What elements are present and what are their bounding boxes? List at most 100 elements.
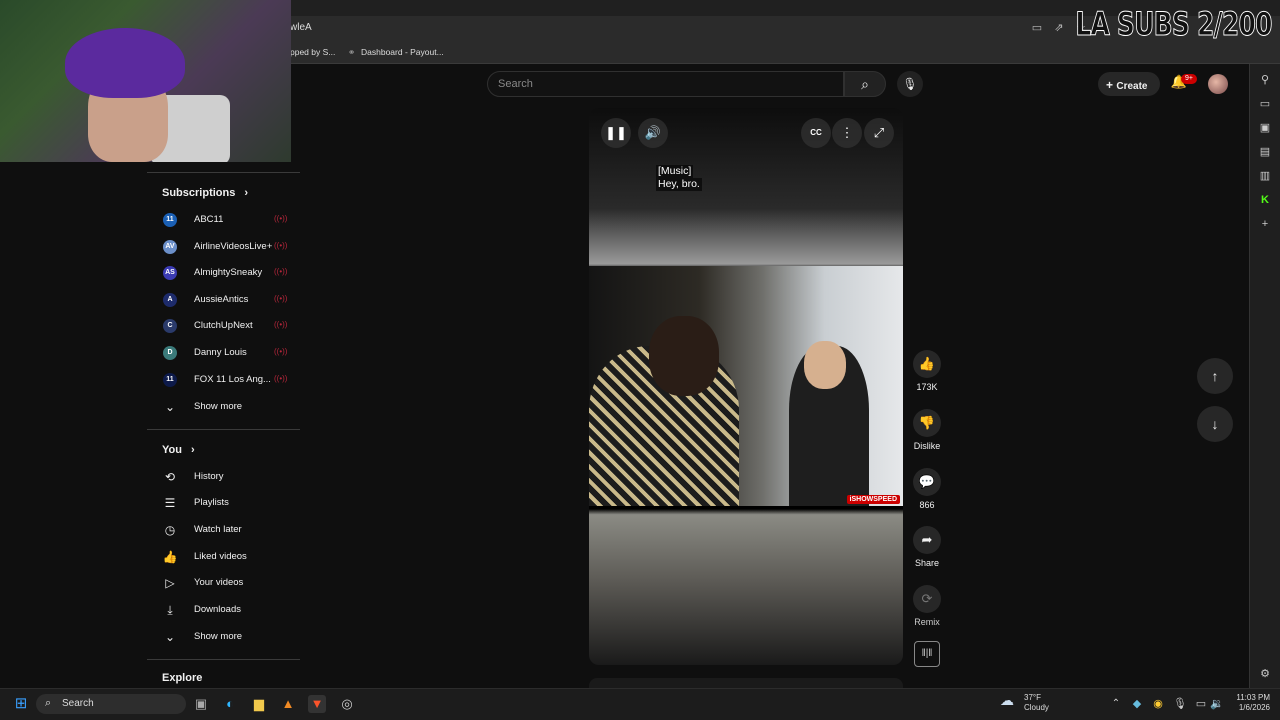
edge-browser-icon[interactable]: ◐ — [221, 695, 239, 713]
pause-button[interactable]: ❚❚ — [601, 118, 631, 148]
search-button[interactable]: ⌕ — [844, 71, 886, 97]
system-clock[interactable]: 11:03 PM 1/6/2026 — [1226, 693, 1270, 713]
taskbar-search-label: Search — [62, 698, 94, 709]
sidebar-channel-airlinevideoslive[interactable]: AV AirlineVideosLive+ ((•)) — [162, 237, 292, 257]
microphone-icon: 🎙 — [902, 77, 918, 91]
nav-divider — [147, 172, 300, 173]
create-button[interactable]: + Create — [1098, 72, 1160, 96]
stream-overlay-title: LA SUBS 2/200 — [1075, 5, 1273, 44]
sidebar-channel-aussieantics[interactable]: A AussieAntics ((•)) — [162, 290, 292, 310]
media-icon[interactable]: ▭ — [1258, 97, 1272, 111]
share-page-icon[interactable]: ⇗ — [1052, 21, 1066, 35]
notification-badge: 9+ — [1181, 74, 1197, 84]
more-options-button[interactable]: ⋮ — [832, 118, 862, 148]
search-icon: ⌕ — [45, 697, 52, 709]
live-icon: ((•)) — [274, 241, 288, 250]
comments-button[interactable]: 💬 866 — [911, 468, 943, 510]
channel-avatar: 11 — [163, 373, 177, 387]
sound-button[interactable]: ‖|‖ — [914, 641, 940, 667]
history-icon: ⟲ — [164, 470, 176, 484]
taskbar-search[interactable]: ⌕ Search — [36, 694, 186, 714]
video-person-right-head — [804, 341, 846, 389]
like-button[interactable]: 👍 173K — [911, 350, 943, 392]
cloud-icon: ☁ — [1000, 692, 1014, 708]
kick-icon[interactable]: K — [1258, 193, 1272, 207]
live-icon: ((•)) — [274, 374, 288, 383]
weather-widget[interactable]: ☁ 37°F Cloudy — [1000, 693, 1049, 713]
bookmark-item[interactable]: pped by S... — [290, 47, 335, 57]
tray-app-icon[interactable]: ◉ — [1149, 695, 1167, 713]
live-icon: ((•)) — [274, 294, 288, 303]
channel-avatar: D — [163, 346, 177, 360]
channel-name: ClutchUpNext — [194, 320, 253, 331]
live-icon: ((•)) — [274, 267, 288, 276]
sidebar-channel-almightysneaky[interactable]: AS AlmightySneaky ((•)) — [162, 263, 292, 283]
create-label: Create — [1116, 81, 1148, 92]
bookmark-item[interactable]: Dashboard - Payout... — [361, 47, 444, 57]
share-button[interactable]: ➦ Share — [911, 526, 943, 568]
app-icon[interactable]: ▲ — [279, 695, 297, 713]
link-icon: ⚭ — [348, 47, 356, 57]
more-vert-icon: ⋮ — [840, 125, 854, 140]
tray-app-icon[interactable]: ◆ — [1128, 695, 1146, 713]
brave-browser-icon[interactable]: ▼ — [308, 695, 326, 713]
video-frame: iSHOWSPEED — [589, 266, 903, 506]
video-watermark: iSHOWSPEED — [846, 495, 900, 504]
wallet-icon[interactable]: ▣ — [1258, 121, 1272, 135]
channel-avatar: AV — [163, 240, 177, 254]
sidebar-item-watch-later[interactable]: ◷ Watch later — [162, 520, 292, 540]
fullscreen-button[interactable]: ⤢ — [864, 118, 894, 148]
you-show-more[interactable]: ⌄ Show more — [162, 627, 292, 647]
voice-search-button[interactable]: 🎙 — [897, 71, 923, 97]
plus-icon: + — [1106, 78, 1117, 92]
sidebar-item-label: Playlists — [194, 497, 229, 508]
cc-icon: CC — [810, 128, 822, 137]
volume-button[interactable]: 🔊 — [638, 118, 668, 148]
search-input[interactable]: Search — [487, 71, 844, 97]
show-more-label: Show more — [194, 631, 243, 642]
sidebar-channel-fox11[interactable]: 11 FOX 11 Los Ang... ((•)) — [162, 370, 292, 390]
history-panel-icon[interactable]: ▤ — [1258, 145, 1272, 159]
cast-icon[interactable]: ▭ — [1030, 21, 1044, 35]
chevron-up-icon[interactable]: ⌃ — [1107, 695, 1125, 713]
reading-list-icon[interactable]: ▥ — [1258, 169, 1272, 183]
file-explorer-icon[interactable]: ▆ — [250, 695, 268, 713]
webcam-overlay — [0, 0, 291, 162]
expand-icon: ⤢ — [873, 125, 885, 140]
previous-short-button[interactable]: ↑ — [1197, 358, 1233, 394]
speaker-icon[interactable]: 🔉 — [1208, 695, 1226, 713]
microphone-icon[interactable]: 🎙 — [1171, 695, 1189, 713]
task-view-icon[interactable]: ▣ — [192, 695, 210, 713]
next-short-button[interactable]: ↓ — [1197, 406, 1233, 442]
subscriptions-show-more[interactable]: ⌄ Show more — [162, 397, 292, 417]
sidebar-item-your-videos[interactable]: ▷ Your videos — [162, 573, 292, 593]
sidebar-channel-clutchupnext[interactable]: C ClutchUpNext ((•)) — [162, 316, 292, 336]
dislike-label: Dislike — [913, 441, 941, 451]
thumbs-down-icon: 👎 — [913, 409, 941, 437]
pin-icon[interactable]: ⚲ — [1258, 73, 1272, 87]
windows-start-icon[interactable]: ⊞ — [12, 695, 30, 713]
downloads-icon: ⤓ — [167, 603, 173, 617]
sidebar-item-liked-videos[interactable]: 👍 Liked videos — [162, 547, 292, 567]
subscriptions-heading[interactable]: Subscriptions › — [162, 187, 248, 199]
sidebar-channel-danny-louis[interactable]: D Danny Louis ((•)) — [162, 343, 292, 363]
chevron-right-icon: › — [191, 444, 195, 456]
captions-button[interactable]: CC — [801, 118, 831, 148]
add-panel-icon[interactable]: + — [1258, 217, 1272, 231]
sidebar-item-history[interactable]: ⟲ History — [162, 467, 292, 487]
sidebar-item-playlists[interactable]: ☰ Playlists — [162, 493, 292, 513]
obs-icon[interactable]: ◎ — [338, 695, 356, 713]
avatar[interactable] — [1208, 74, 1228, 94]
settings-gear-icon[interactable]: ⚙ — [1258, 667, 1272, 681]
address-text[interactable]: wleA — [290, 22, 312, 33]
caption-line: Hey, bro. — [656, 178, 702, 191]
watch-later-icon: ◷ — [164, 523, 176, 537]
sidebar-item-downloads[interactable]: ⤓ Downloads — [162, 600, 292, 620]
liked-videos-icon: 👍 — [162, 550, 178, 564]
explore-heading[interactable]: Explore — [162, 672, 202, 684]
you-heading[interactable]: You › — [162, 444, 195, 456]
caption-line: [Music] — [656, 165, 694, 178]
dislike-button[interactable]: 👎 Dislike — [911, 409, 943, 451]
sidebar-channel-abc11[interactable]: 11 ABC11 ((•)) — [162, 210, 292, 230]
remix-button[interactable]: ⟳ Remix — [911, 585, 943, 627]
